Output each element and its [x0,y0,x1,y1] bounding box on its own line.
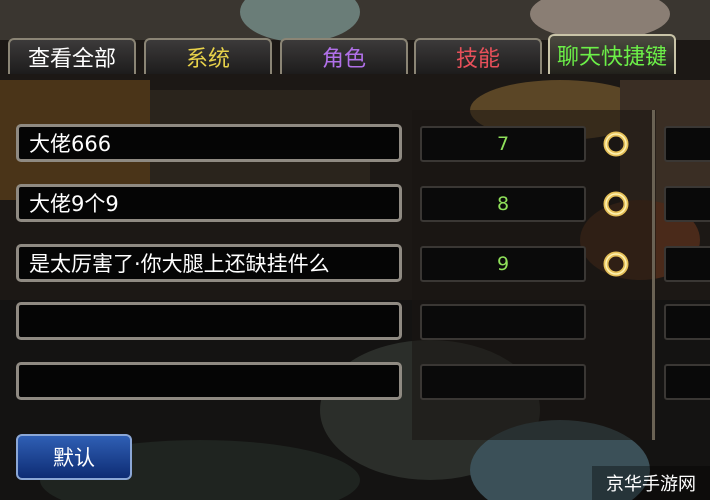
shortcut-key-box[interactable]: 7 [420,126,586,162]
extra-slot-box [664,186,710,222]
tab-label: 技能 [455,47,500,72]
extra-slot-box [664,126,710,162]
extra-slot-box [664,246,710,282]
default-button-label: 默认 [53,446,95,470]
link-ring-icon[interactable] [600,188,632,220]
tab-view-all[interactable]: 查看全部 [8,38,136,74]
shortcut-message-text: 是太厉害了·你大腿上还缺挂件么 [29,252,330,276]
shortcut-message-text: 大佬9个9 [29,192,119,216]
shortcut-key-text: 9 [496,253,510,275]
shortcut-key-text: 7 [496,133,510,155]
shortcut-key-box[interactable]: 8 [420,186,586,222]
shortcut-key-box[interactable]: 9 [420,246,586,282]
tab-label: 聊天快捷键 [556,45,667,70]
shortcut-key-text: 8 [496,193,510,215]
default-button[interactable]: 默认 [16,434,132,480]
site-watermark: 京华手游网 [592,466,710,500]
tab-character[interactable]: 角色 [280,38,408,74]
shortcut-message-field[interactable] [16,362,402,400]
shortcut-key-box[interactable] [420,304,586,340]
tab-system[interactable]: 系统 [144,38,272,74]
tab-label: 角色 [321,47,366,72]
shortcut-message-field[interactable]: 是太厉害了·你大腿上还缺挂件么 [16,244,402,282]
shortcut-message-text: 大佬666 [29,132,112,156]
link-ring-icon[interactable] [600,248,632,280]
tab-label: 系统 [185,47,230,72]
shortcut-message-field[interactable]: 大佬666 [16,124,402,162]
shortcut-message-field[interactable]: 大佬9个9 [16,184,402,222]
tab-label: 查看全部 [27,47,116,72]
link-ring-icon[interactable] [600,128,632,160]
extra-slot-box [664,304,710,340]
shortcut-message-field[interactable] [16,302,402,340]
watermark-text: 京华手游网 [606,474,696,495]
tab-chat-shortcuts[interactable]: 聊天快捷键 [548,34,676,74]
shortcut-key-box[interactable] [420,364,586,400]
extra-slot-box [664,364,710,400]
tab-skills[interactable]: 技能 [414,38,542,74]
